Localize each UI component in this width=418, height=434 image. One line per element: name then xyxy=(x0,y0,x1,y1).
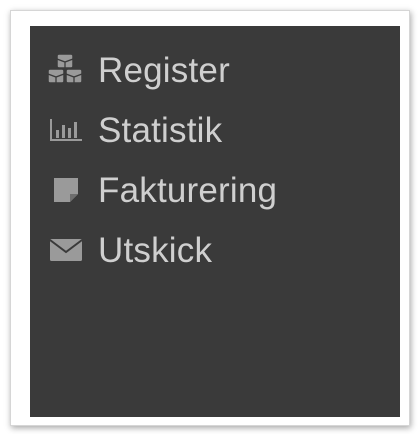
sidebar-item-statistik[interactable]: Statistik xyxy=(30,100,400,160)
sidebar-item-label: Utskick xyxy=(98,230,213,270)
envelope-icon xyxy=(46,230,86,270)
sidebar: Register Statistik Fakturering Utskick xyxy=(30,26,400,417)
sidebar-item-label: Fakturering xyxy=(98,170,278,210)
sidebar-item-label: Statistik xyxy=(98,110,223,150)
sidebar-item-utskick[interactable]: Utskick xyxy=(30,220,400,280)
sidebar-item-register[interactable]: Register xyxy=(30,40,400,100)
cubes-icon xyxy=(46,50,86,90)
sticky-note-icon xyxy=(46,170,86,210)
bar-chart-icon xyxy=(46,110,86,150)
sidebar-menu: Register Statistik Fakturering Utskick xyxy=(30,26,400,280)
sidebar-item-fakturering[interactable]: Fakturering xyxy=(30,160,400,220)
sidebar-item-label: Register xyxy=(98,50,230,90)
